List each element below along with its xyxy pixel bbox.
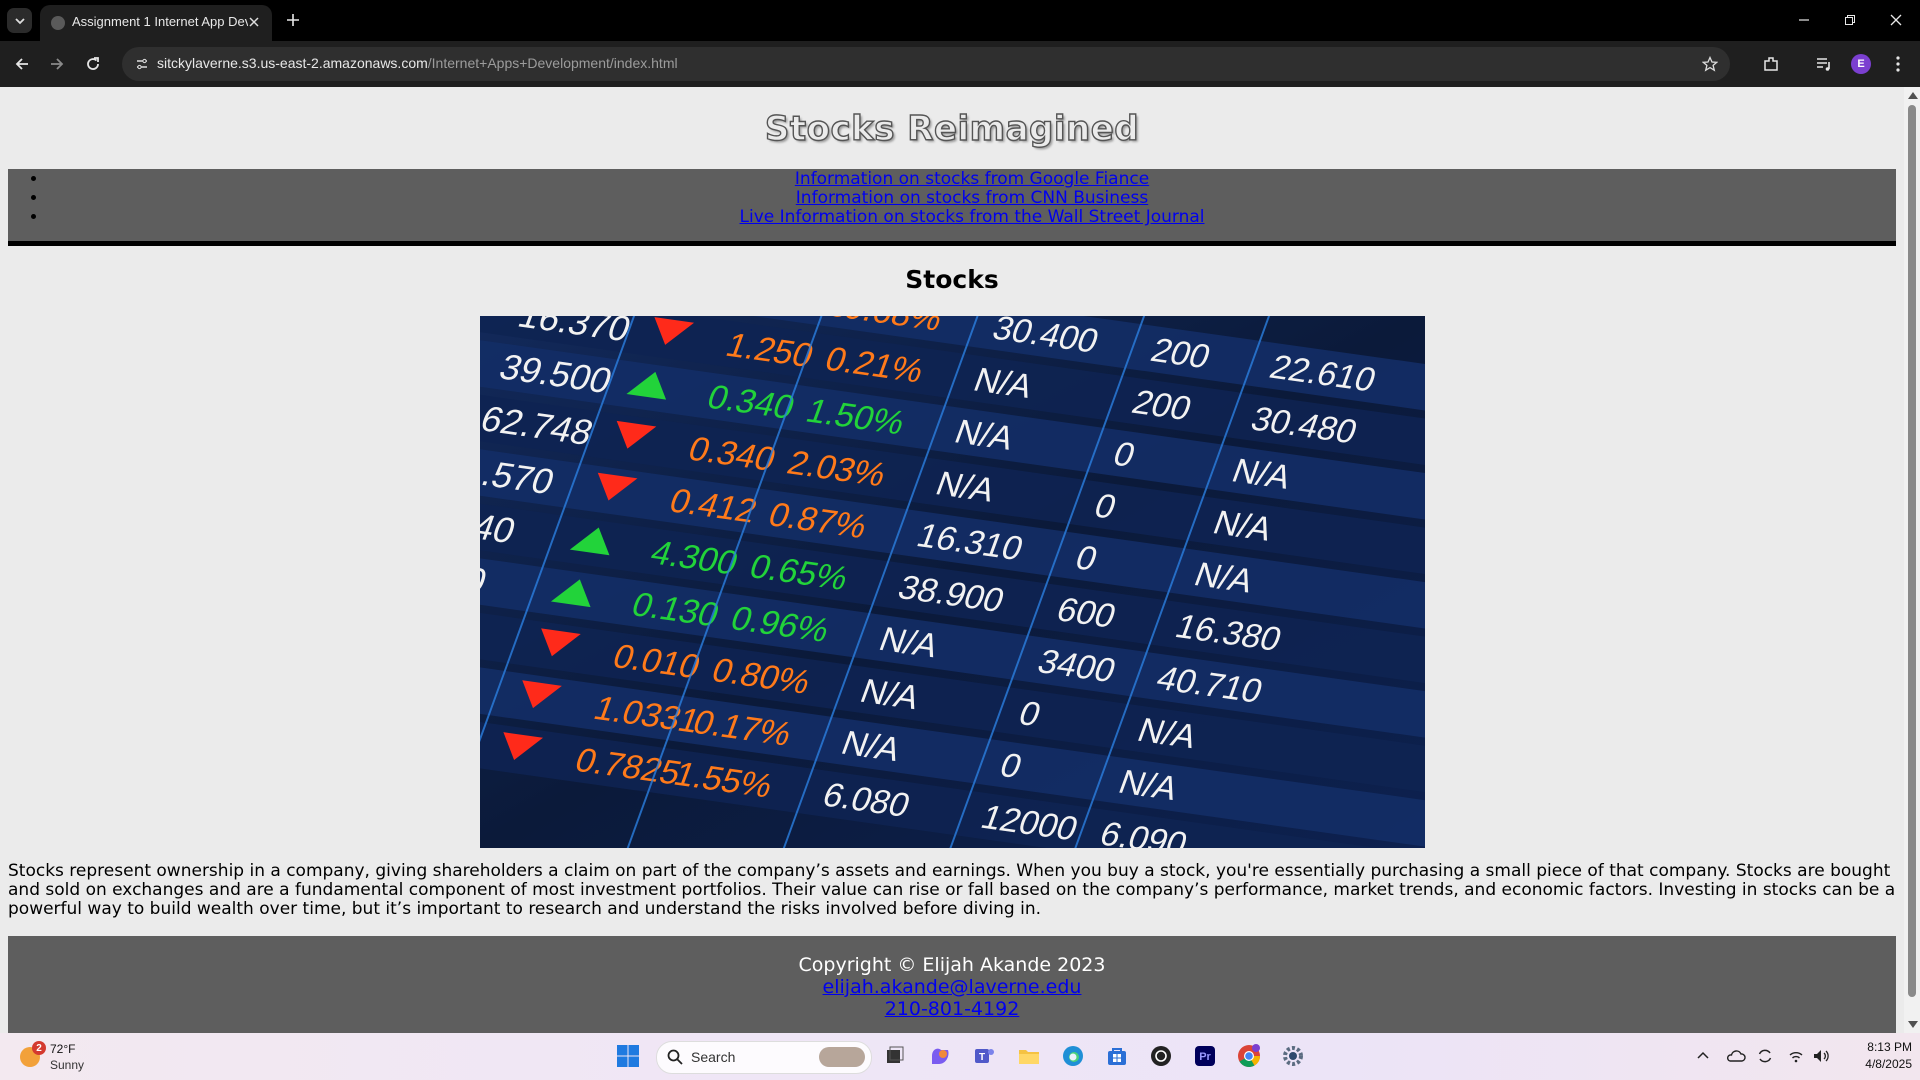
close-window-button[interactable] — [1874, 6, 1918, 34]
plus-icon — [287, 14, 299, 26]
url-text: sitckylaverne.s3.us-east-2.amazonaws.com… — [157, 55, 678, 71]
nav-item: Information on stocks from CNN Business — [48, 189, 1896, 208]
volume-icon[interactable] — [1812, 1048, 1830, 1064]
edge-browser-icon[interactable] — [1058, 1041, 1088, 1071]
wifi-icon[interactable] — [1788, 1048, 1804, 1064]
page-viewport: Stocks Reimagined Information on stocks … — [0, 87, 1904, 1033]
forward-button[interactable] — [44, 51, 70, 77]
search-icon — [667, 1049, 683, 1065]
chevron-up-icon[interactable] — [1696, 1049, 1710, 1063]
close-tab-button[interactable] — [244, 12, 264, 32]
windows-taskbar: 2 72°F Sunny Search T Pr 8:13 PM 4/8/202… — [0, 1033, 1920, 1080]
close-icon — [249, 17, 259, 27]
stock-ticker-image: 82.2300.13250.68%30.40020022.61016.3701.… — [480, 316, 1425, 848]
restore-button[interactable] — [1828, 6, 1872, 34]
new-tab-button[interactable] — [282, 9, 304, 31]
premiere-pro-icon[interactable]: Pr — [1190, 1041, 1220, 1071]
tab-title: Assignment 1 Internet App Dev — [72, 14, 248, 29]
minimize-button[interactable] — [1782, 6, 1826, 34]
file-explorer-icon[interactable] — [1014, 1041, 1044, 1071]
clock-date: 4/8/2025 — [1865, 1057, 1912, 1071]
scrollbar-thumb[interactable] — [1908, 105, 1916, 997]
nav-item: Information on stocks from Google Fiance — [48, 170, 1896, 189]
browser-toolbar: sitckylaverne.s3.us-east-2.amazonaws.com… — [0, 41, 1920, 87]
back-button[interactable] — [9, 51, 35, 77]
svg-text:T: T — [979, 1052, 985, 1063]
weather-condition: Sunny — [50, 1058, 85, 1072]
clock-time: 8:13 PM — [1867, 1040, 1912, 1054]
address-bar[interactable]: sitckylaverne.s3.us-east-2.amazonaws.com… — [122, 47, 1730, 81]
nav-link-cnn-business[interactable]: Information on stocks from CNN Business — [796, 188, 1148, 208]
nav-link-wall-street-journal[interactable]: Live Information on stocks from the Wall… — [740, 207, 1205, 227]
reload-button[interactable] — [80, 51, 106, 77]
restore-icon — [1845, 15, 1855, 25]
teams-icon[interactable]: T — [969, 1041, 999, 1071]
notification-badge: 2 — [32, 1041, 46, 1055]
email-link[interactable]: elijah.akande@laverne.edu — [8, 976, 1896, 998]
windows-logo-icon — [617, 1045, 639, 1067]
sync-icon[interactable] — [1756, 1047, 1774, 1065]
stocks-description: Stocks represent ownership in a company,… — [8, 861, 1896, 919]
taskbar-clock[interactable]: 8:13 PM 4/8/2025 — [1840, 1039, 1912, 1073]
nav-list: Information on stocks from Google Fiance… — [8, 169, 1896, 227]
nav-link-google-finance[interactable]: Information on stocks from Google Fiance — [795, 169, 1149, 189]
task-view-icon[interactable] — [880, 1041, 910, 1071]
browser-tab-strip: Assignment 1 Internet App Dev — [0, 0, 1920, 41]
onedrive-cloud-icon[interactable] — [1726, 1047, 1746, 1065]
page-footer: Copyright © Elijah Akande 2023 elijah.ak… — [8, 936, 1896, 1033]
url-host: sitckylaverne.s3.us-east-2.amazonaws.com — [157, 55, 428, 71]
phone-link[interactable]: 210-801-4192 — [8, 998, 1896, 1020]
scroll-up-arrow-icon[interactable] — [1908, 92, 1918, 99]
section-heading: Stocks — [905, 265, 999, 294]
navigation-bar: Information on stocks from Google Fiance… — [8, 169, 1896, 246]
search-highlight-image — [819, 1047, 865, 1067]
profile-avatar[interactable]: E — [1851, 54, 1871, 74]
start-button[interactable] — [613, 1041, 643, 1071]
globe-icon — [51, 16, 65, 30]
tab-search-button[interactable] — [7, 8, 32, 33]
settings-gear-icon[interactable] — [1278, 1041, 1308, 1071]
browser-tab[interactable]: Assignment 1 Internet App Dev — [40, 5, 272, 41]
menu-kebab-icon[interactable] — [1887, 53, 1909, 75]
taskbar-search-box[interactable]: Search — [656, 1041, 872, 1074]
microsoft-store-icon[interactable] — [1102, 1041, 1132, 1071]
copilot-icon[interactable] — [925, 1041, 955, 1071]
nav-item: Live Information on stocks from the Wall… — [48, 208, 1896, 227]
chevron-down-icon — [14, 17, 25, 24]
copyright-text: Copyright © Elijah Akande 2023 — [798, 954, 1106, 976]
url-path: /Internet+Apps+Development/index.html — [427, 55, 678, 71]
site-title: Stocks Reimagined — [764, 108, 1140, 149]
bookmark-star-icon[interactable] — [1700, 54, 1720, 74]
arrow-right-icon — [51, 58, 64, 70]
page-scrollbar[interactable] — [1904, 87, 1920, 1033]
site-info-icon[interactable] — [132, 54, 152, 74]
arrow-left-icon — [15, 58, 28, 70]
svg-text:Pr: Pr — [1199, 1051, 1211, 1063]
search-label: Search — [691, 1049, 736, 1065]
extensions-icon[interactable] — [1760, 53, 1782, 75]
close-icon — [1890, 14, 1902, 26]
reload-icon — [87, 57, 99, 70]
minimize-icon — [1799, 19, 1809, 21]
weather-widget[interactable]: 2 72°F Sunny — [18, 1041, 138, 1073]
chrome-icon[interactable] — [1234, 1041, 1264, 1071]
chatgpt-icon[interactable] — [1146, 1041, 1176, 1071]
stock-ticker-graphic: 82.2300.13250.68%30.40020022.61016.3701.… — [480, 316, 1425, 848]
scroll-down-arrow-icon[interactable] — [1908, 1021, 1918, 1028]
weather-temperature: 72°F — [50, 1042, 76, 1056]
media-control-icon[interactable] — [1813, 53, 1835, 75]
